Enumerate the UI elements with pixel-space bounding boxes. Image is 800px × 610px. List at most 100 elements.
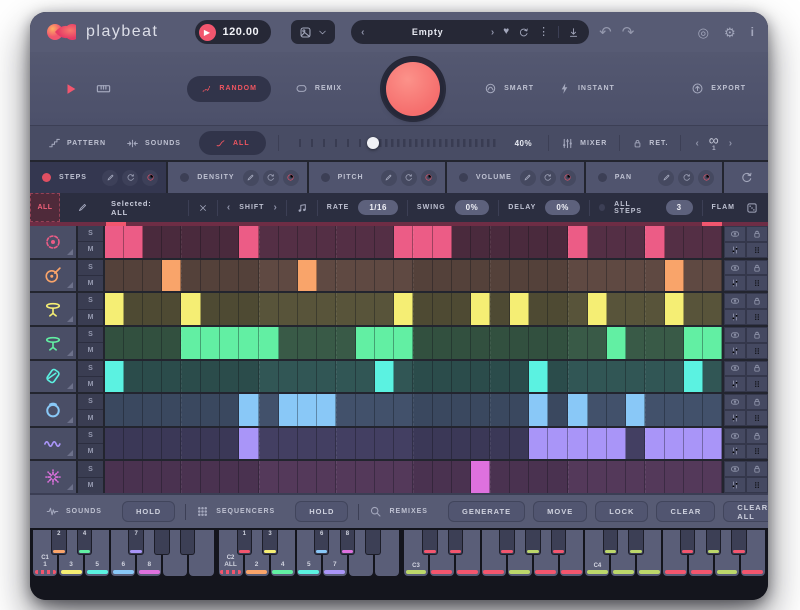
step-cell[interactable] (433, 226, 453, 258)
piano-key-black[interactable] (447, 530, 464, 556)
track-clear-button[interactable] (724, 360, 746, 377)
step-cell[interactable] (143, 326, 163, 359)
step-cell[interactable] (220, 259, 240, 292)
step-cell[interactable] (258, 326, 279, 359)
step-cell[interactable] (162, 394, 182, 426)
step-cell[interactable] (567, 394, 588, 426)
step-cell[interactable] (374, 360, 394, 393)
track-fader-button[interactable] (724, 443, 746, 460)
mixer-button[interactable]: MIXER (561, 137, 607, 150)
step-cell[interactable] (471, 360, 491, 393)
step-cell[interactable] (201, 461, 221, 493)
step-cell[interactable] (625, 326, 645, 359)
track-lock-button[interactable] (746, 427, 768, 444)
piano-key-black[interactable] (705, 530, 722, 556)
preview-play-icon[interactable] (64, 82, 78, 96)
sounds-view-button[interactable]: SOUNDS (126, 137, 181, 150)
step-cell[interactable] (374, 259, 394, 292)
step-cell[interactable] (567, 293, 588, 325)
step-cell[interactable] (278, 360, 298, 393)
clear-all-button[interactable]: CLEAR ALL (723, 501, 768, 522)
tab-probability-button[interactable] (559, 169, 576, 186)
mute-button[interactable]: M (78, 376, 103, 393)
step-cell[interactable] (644, 293, 665, 325)
step-cell[interactable] (181, 394, 202, 426)
step-cell[interactable] (335, 461, 356, 493)
step-cell[interactable] (278, 394, 298, 426)
step-cell[interactable] (625, 226, 645, 258)
tab-cycle-button[interactable] (122, 169, 139, 186)
favorite-icon[interactable]: ♥ (503, 27, 509, 37)
step-cell[interactable] (258, 226, 279, 258)
step-cell[interactable] (181, 326, 202, 359)
step-cell[interactable] (529, 461, 549, 493)
step-cell[interactable] (143, 394, 163, 426)
loop-length[interactable]: ∞ 1 (709, 133, 719, 152)
step-cell[interactable] (355, 461, 375, 493)
refresh-all-button[interactable] (724, 162, 768, 193)
step-cell[interactable] (239, 461, 259, 493)
track-icon-crash[interactable] (30, 461, 78, 493)
tab-cycle-button[interactable] (678, 169, 694, 186)
step-cell[interactable] (297, 226, 317, 258)
sequencers-section-button[interactable]: SEQUENCERS (196, 505, 275, 518)
step-cell[interactable] (220, 394, 240, 426)
piano-key-black[interactable] (422, 530, 438, 556)
preset-name[interactable]: Empty (374, 27, 482, 37)
tab-cycle-button[interactable] (400, 169, 417, 186)
all-steps-value[interactable]: 3 (665, 200, 693, 215)
piano-key-black[interactable] (179, 530, 196, 556)
step-cell[interactable] (587, 226, 607, 258)
step-cell[interactable] (220, 293, 240, 325)
retrigger-button[interactable]: RET. (632, 138, 668, 149)
step-cell[interactable] (452, 394, 472, 426)
step-cell[interactable] (567, 461, 588, 493)
step-cell[interactable] (529, 293, 549, 325)
track-drag-handle[interactable] (746, 376, 768, 393)
step-cell[interactable] (124, 226, 144, 258)
step-cell[interactable] (181, 293, 202, 325)
step-cell[interactable] (413, 427, 434, 460)
step-cell[interactable] (105, 394, 125, 426)
rate-value[interactable]: 1/16 (358, 200, 398, 215)
step-cell[interactable] (393, 427, 413, 460)
step-cell[interactable] (548, 360, 568, 393)
step-cell[interactable] (548, 326, 568, 359)
piano-key-black[interactable] (550, 530, 567, 556)
step-cell[interactable] (316, 360, 336, 393)
track-lock-button[interactable] (746, 461, 768, 478)
track-icon-hihat-closed[interactable] (30, 293, 78, 325)
step-cell[interactable] (355, 427, 375, 460)
piano-key-black[interactable] (628, 530, 644, 556)
step-cell[interactable] (548, 259, 568, 292)
piano-key-black[interactable] (731, 530, 747, 556)
track-icon-hihat-open[interactable] (30, 326, 78, 359)
step-cell[interactable] (181, 360, 202, 393)
step-cell[interactable] (413, 259, 434, 292)
main-knob[interactable] (380, 55, 447, 122)
solo-button[interactable]: S (78, 293, 103, 310)
step-cell[interactable] (335, 427, 356, 460)
step-cell[interactable] (258, 259, 279, 292)
step-cell[interactable] (181, 461, 202, 493)
track-lock-button[interactable] (746, 326, 768, 343)
settings-gear-icon[interactable]: ⚙ (724, 26, 736, 39)
tempo-control[interactable]: ▶ 120.00 (194, 20, 272, 44)
step-cell[interactable] (606, 360, 626, 393)
hold-sequencers-button[interactable]: HOLD (295, 501, 349, 522)
step-cell[interactable] (587, 293, 607, 325)
step-cell[interactable] (393, 394, 413, 426)
instant-mode-button[interactable]: INSTANT (558, 82, 615, 95)
tab-volume[interactable]: VOLUME (446, 162, 584, 193)
track-drag-handle[interactable] (746, 409, 768, 426)
redo-icon[interactable]: ↷ (622, 23, 635, 41)
step-cell[interactable] (567, 226, 588, 258)
step-cell[interactable] (124, 394, 144, 426)
step-cell[interactable] (664, 259, 684, 292)
step-cell[interactable] (105, 461, 125, 493)
step-cell[interactable] (239, 427, 259, 460)
step-cell[interactable] (702, 226, 722, 258)
track-fader-button[interactable] (724, 477, 746, 493)
export-button[interactable]: EXPORT (691, 82, 746, 95)
solo-button[interactable]: S (78, 394, 103, 411)
